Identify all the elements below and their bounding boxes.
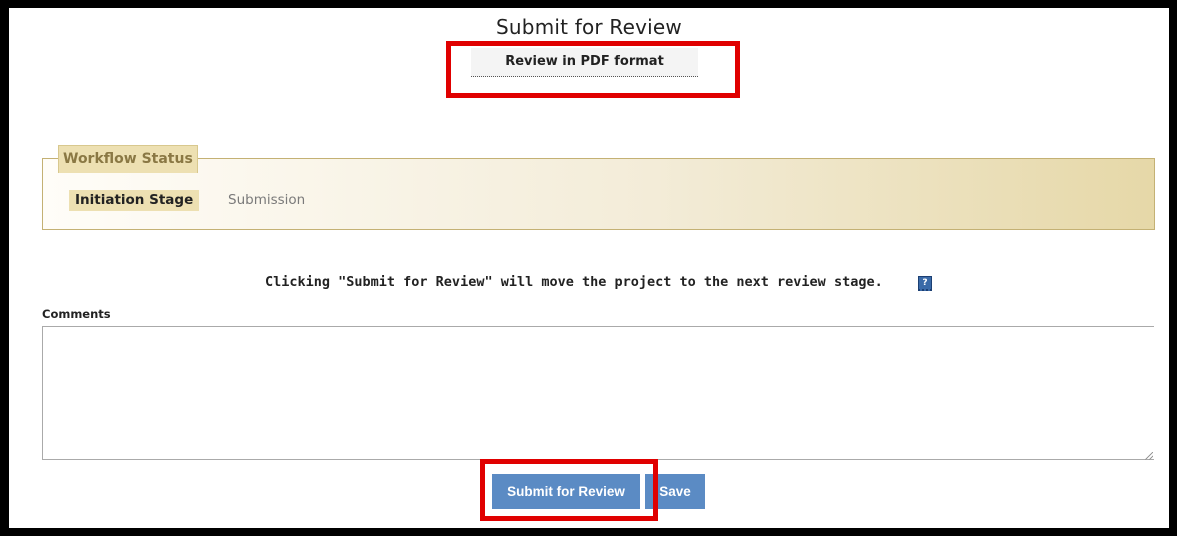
submit-for-review-button[interactable]: Submit for Review (492, 474, 640, 509)
review-pdf-link[interactable]: Review in PDF format (471, 48, 698, 77)
workflow-stage-initiation: Initiation Stage (69, 190, 200, 211)
page-frame: Submit for Review Review in PDF format W… (9, 8, 1169, 528)
save-button[interactable]: Save (645, 474, 705, 509)
workflow-status-legend: Workflow Status (58, 145, 198, 173)
workflow-status-panel (42, 158, 1155, 230)
resize-grip-icon[interactable] (1145, 452, 1153, 460)
workflow-stage-submission: Submission (228, 192, 306, 208)
help-icon[interactable]: ? (918, 276, 932, 291)
comments-label: Comments (42, 307, 111, 321)
page-title: Submit for Review (496, 15, 682, 39)
comments-textarea[interactable] (42, 326, 1154, 460)
submit-info-message: Clicking "Submit for Review" will move t… (265, 274, 883, 290)
